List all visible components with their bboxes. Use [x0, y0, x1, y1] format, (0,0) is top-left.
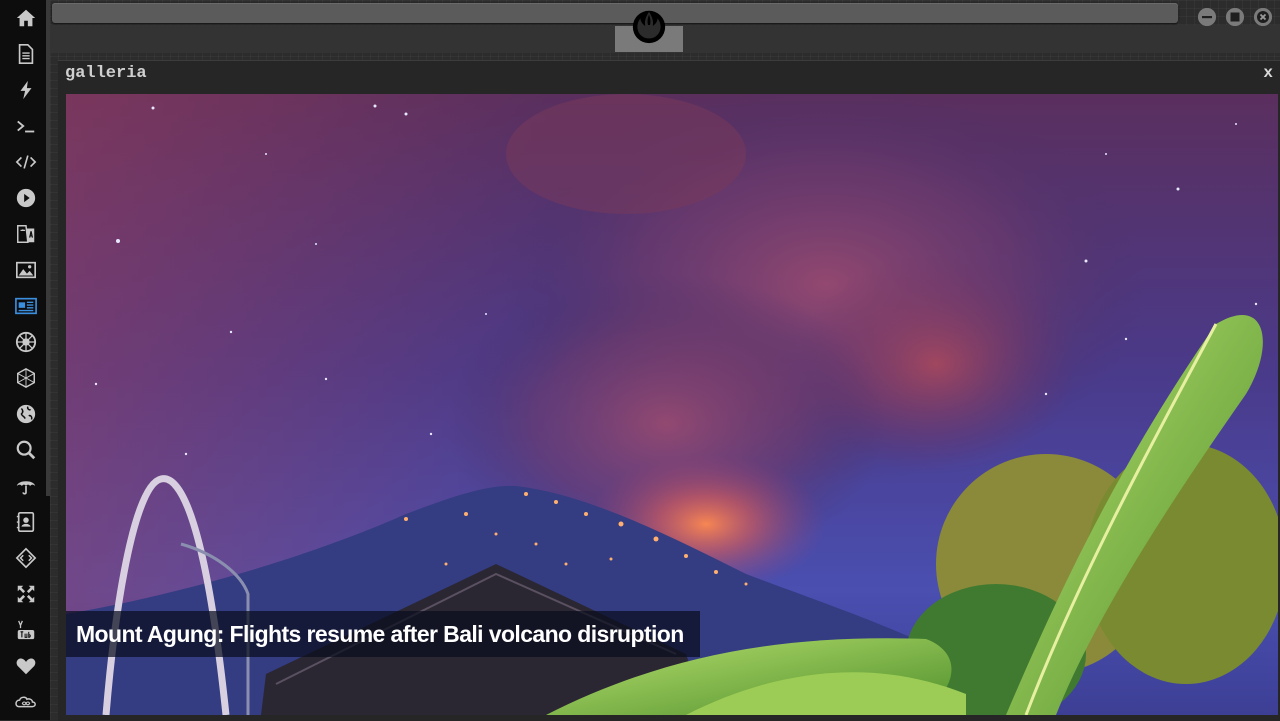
close-window-button[interactable]: [1254, 8, 1272, 26]
fullscreen-icon: [17, 585, 35, 603]
sidebar-item-cloud[interactable]: [13, 689, 39, 715]
sidebar-item-document[interactable]: [13, 41, 39, 67]
sidebar-item-search[interactable]: [13, 437, 39, 463]
gallery-window: galleria x Mount Agung: Flights resume a…: [58, 60, 1280, 721]
image-icon: [16, 261, 36, 279]
translate-icon: [17, 225, 35, 243]
home-icon: [16, 9, 36, 27]
minimize-button[interactable]: [1198, 8, 1216, 26]
globe-icon: [16, 404, 36, 424]
sidebar-item-empire[interactable]: [13, 329, 39, 355]
sidebar-item-umbrella[interactable]: [13, 473, 39, 499]
contact-card-icon: [16, 512, 35, 532]
sidebar-item-home[interactable]: [13, 5, 39, 31]
sidebar-item-contacts[interactable]: [13, 509, 39, 535]
heart-icon: [16, 658, 36, 675]
address-bar[interactable]: [52, 3, 1178, 23]
play-icon: [16, 188, 36, 208]
sidebar-edge: [46, 0, 50, 496]
sidebar-item-globe[interactable]: [13, 401, 39, 427]
maximize-button[interactable]: [1226, 8, 1244, 26]
infinity-cloud-icon: [15, 696, 36, 708]
rebel-alliance-logo-icon[interactable]: [630, 7, 668, 45]
sidebar-item-translate[interactable]: [13, 221, 39, 247]
sidebar-item-code[interactable]: [13, 149, 39, 175]
image-caption: Mount Agung: Flights resume after Bali v…: [66, 611, 700, 657]
sidebar-item-play[interactable]: [13, 185, 39, 211]
gallery-close-button[interactable]: x: [1263, 64, 1273, 82]
terminal-icon: [17, 120, 35, 133]
close-icon: [1254, 8, 1272, 26]
newspaper-icon: [15, 297, 37, 315]
developer-icon: [15, 547, 37, 569]
sidebar-item-network[interactable]: [13, 365, 39, 391]
empire-icon: [15, 331, 37, 353]
lightning-icon: [20, 80, 32, 100]
sidebar-item-terminal[interactable]: [13, 113, 39, 139]
sidebar-item-lightning[interactable]: [13, 77, 39, 103]
window-title: galleria: [65, 64, 147, 83]
umbrella-icon: [16, 481, 36, 495]
search-icon: [16, 440, 36, 460]
sidebar-item-images[interactable]: [13, 257, 39, 283]
sidebar-item-developer[interactable]: [13, 545, 39, 571]
document-icon: [18, 44, 34, 64]
maximize-icon: [1226, 8, 1244, 26]
code-icon: [15, 155, 37, 169]
minimize-icon: [1198, 8, 1216, 26]
sidebar-item-youtube[interactable]: [13, 617, 39, 643]
caption-text: Mount Agung: Flights resume after Bali v…: [76, 621, 684, 647]
hexagon-network-icon: [17, 367, 35, 389]
youtube-icon: [17, 620, 35, 640]
sidebar-item-favorites[interactable]: [13, 653, 39, 679]
sidebar: [0, 0, 50, 720]
sidebar-item-news[interactable]: [13, 293, 39, 319]
sidebar-item-fullscreen[interactable]: [13, 581, 39, 607]
